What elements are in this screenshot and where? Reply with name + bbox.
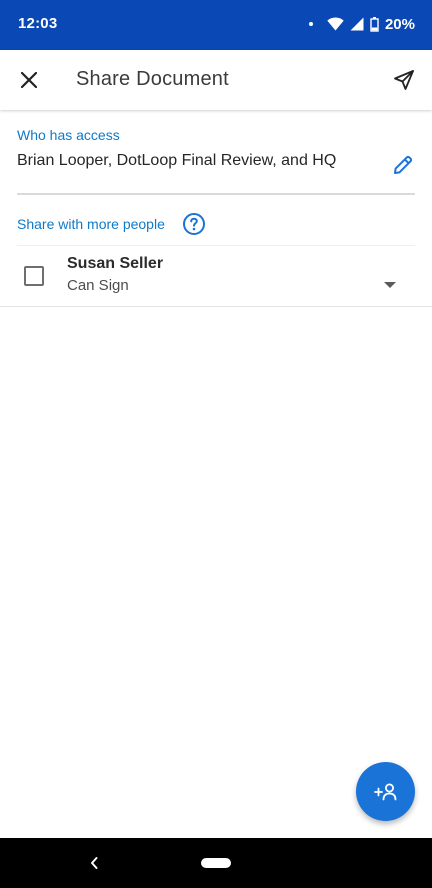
status-bar: 12:03 20% [0, 0, 432, 50]
battery-icon [370, 16, 379, 32]
who-has-access-value: Brian Looper, DotLoop Final Review, and … [17, 152, 337, 169]
share-with-more-people-label: Share with more people [17, 216, 165, 232]
who-has-access-label: Who has access [17, 127, 120, 143]
signal-icon [350, 17, 364, 31]
close-button[interactable] [14, 65, 44, 95]
send-button[interactable] [388, 64, 420, 96]
pencil-icon [394, 155, 413, 174]
status-indicators: 20% [308, 13, 415, 35]
edit-access-button[interactable] [389, 151, 417, 179]
battery-level: 20% [384, 15, 415, 33]
permission-dropdown[interactable] [378, 276, 402, 294]
dropdown-arrow-icon [384, 282, 396, 288]
person-permission[interactable]: Can Sign [67, 277, 129, 294]
home-button[interactable] [201, 858, 231, 868]
status-time: 12:03 [18, 15, 58, 32]
add-person-button[interactable] [356, 762, 415, 821]
help-icon [183, 213, 205, 235]
chevron-left-icon [91, 857, 98, 869]
person-name: Susan Seller [67, 255, 164, 272]
app-bar: Share Document [0, 50, 432, 110]
list-item: Susan Seller Can Sign [0, 246, 432, 307]
back-button[interactable] [84, 853, 104, 873]
person-checkbox[interactable] [24, 266, 44, 286]
help-button[interactable] [182, 212, 206, 236]
divider [17, 193, 415, 195]
send-icon [394, 70, 414, 90]
close-icon [21, 72, 37, 88]
navigation-bar [0, 838, 432, 888]
page-title: Share Document [76, 68, 229, 90]
add-person-icon [373, 783, 396, 800]
wifi-icon [327, 17, 344, 31]
notification-dot-icon [308, 22, 313, 26]
